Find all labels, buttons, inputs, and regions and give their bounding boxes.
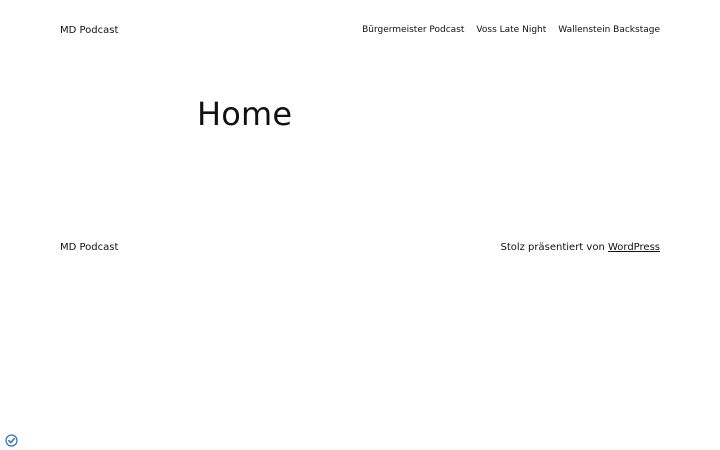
site-footer: MD Podcast Stolz präsentiert von WordPre…	[60, 239, 660, 255]
site-title-link[interactable]: MD Podcast	[60, 25, 118, 36]
wordpress-link[interactable]: WordPress	[608, 242, 660, 253]
page-title: Home	[197, 95, 293, 133]
footer-credit-text: Stolz präsentiert von	[500, 241, 608, 253]
primary-navigation: Bürgermeister Podcast Voss Late Night Wa…	[362, 25, 660, 35]
check-shield-icon	[5, 434, 18, 447]
nav-item-wallenstein-backstage[interactable]: Wallenstein Backstage	[558, 25, 660, 35]
privacy-badge[interactable]	[5, 432, 18, 447]
footer-site-title-link[interactable]: MD Podcast	[60, 242, 118, 253]
nav-item-voss-late-night[interactable]: Voss Late Night	[476, 25, 546, 35]
site-header: MD Podcast Bürgermeister Podcast Voss La…	[60, 22, 660, 38]
footer-credit: Stolz präsentiert von WordPress	[500, 242, 660, 253]
nav-item-buergermeister-podcast[interactable]: Bürgermeister Podcast	[362, 25, 464, 35]
page: MD Podcast Bürgermeister Podcast Voss La…	[0, 0, 720, 450]
